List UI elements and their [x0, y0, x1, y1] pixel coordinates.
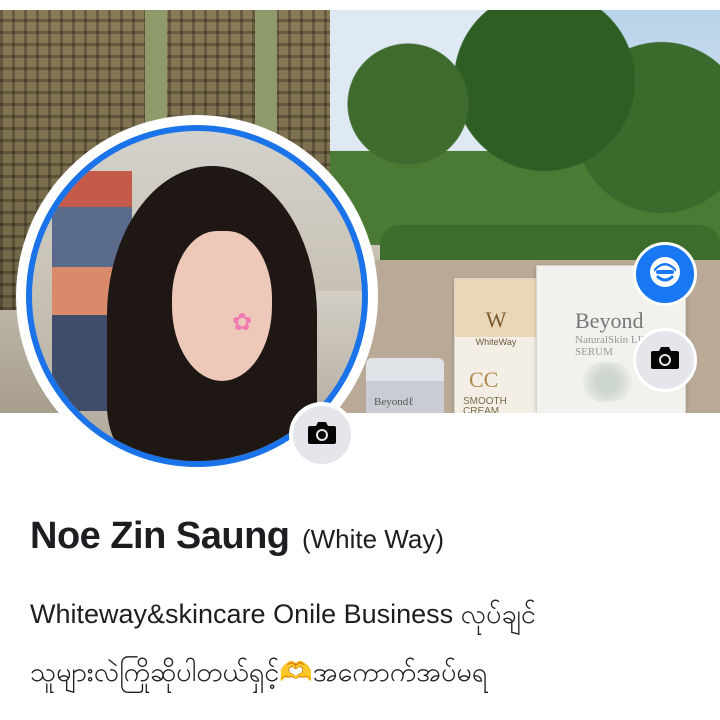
- flower-sticker-icon: ✿: [232, 309, 253, 336]
- edit-cover-photo-button[interactable]: [633, 328, 697, 392]
- edit-profile-picture-button[interactable]: [289, 402, 355, 468]
- product-desc: SMOOTH CREAM: [463, 396, 507, 414]
- product-jar: Beyondℓ: [366, 358, 444, 413]
- camera-icon: [650, 345, 680, 376]
- camera-icon: [307, 420, 337, 451]
- bio-line: သူများလဲကြိုဆိုပါတယ်ရှင့်🫶အကောက်အပ်မရ: [30, 657, 488, 687]
- product-jar-label: Beyondℓ: [374, 396, 414, 408]
- photo-face: [172, 231, 272, 381]
- avatar-shortcut-icon: [648, 255, 682, 294]
- profile-bio: Whiteway&skincare Onile Business လုပ်ချင…: [30, 585, 700, 701]
- product-brand: WhiteWay: [475, 337, 517, 347]
- product-flower-graphic: [577, 362, 637, 402]
- product-name: CC: [469, 367, 499, 392]
- bio-line: Whiteway&skincare Onile Business လုပ်ချင…: [30, 599, 536, 629]
- profile-name: Noe Zin Saung: [30, 515, 290, 557]
- profile-name-line: Noe Zin Saung (White Way): [30, 515, 444, 558]
- product-logo: W: [485, 307, 507, 332]
- product-box-whiteway: W WhiteWay CC SMOOTH CREAM: [454, 278, 538, 413]
- avatar-shortcut-button[interactable]: [633, 242, 697, 306]
- profile-alternate-name: (White Way): [301, 524, 444, 554]
- product-brand: Beyond: [575, 308, 644, 333]
- cover-trees: [330, 10, 720, 245]
